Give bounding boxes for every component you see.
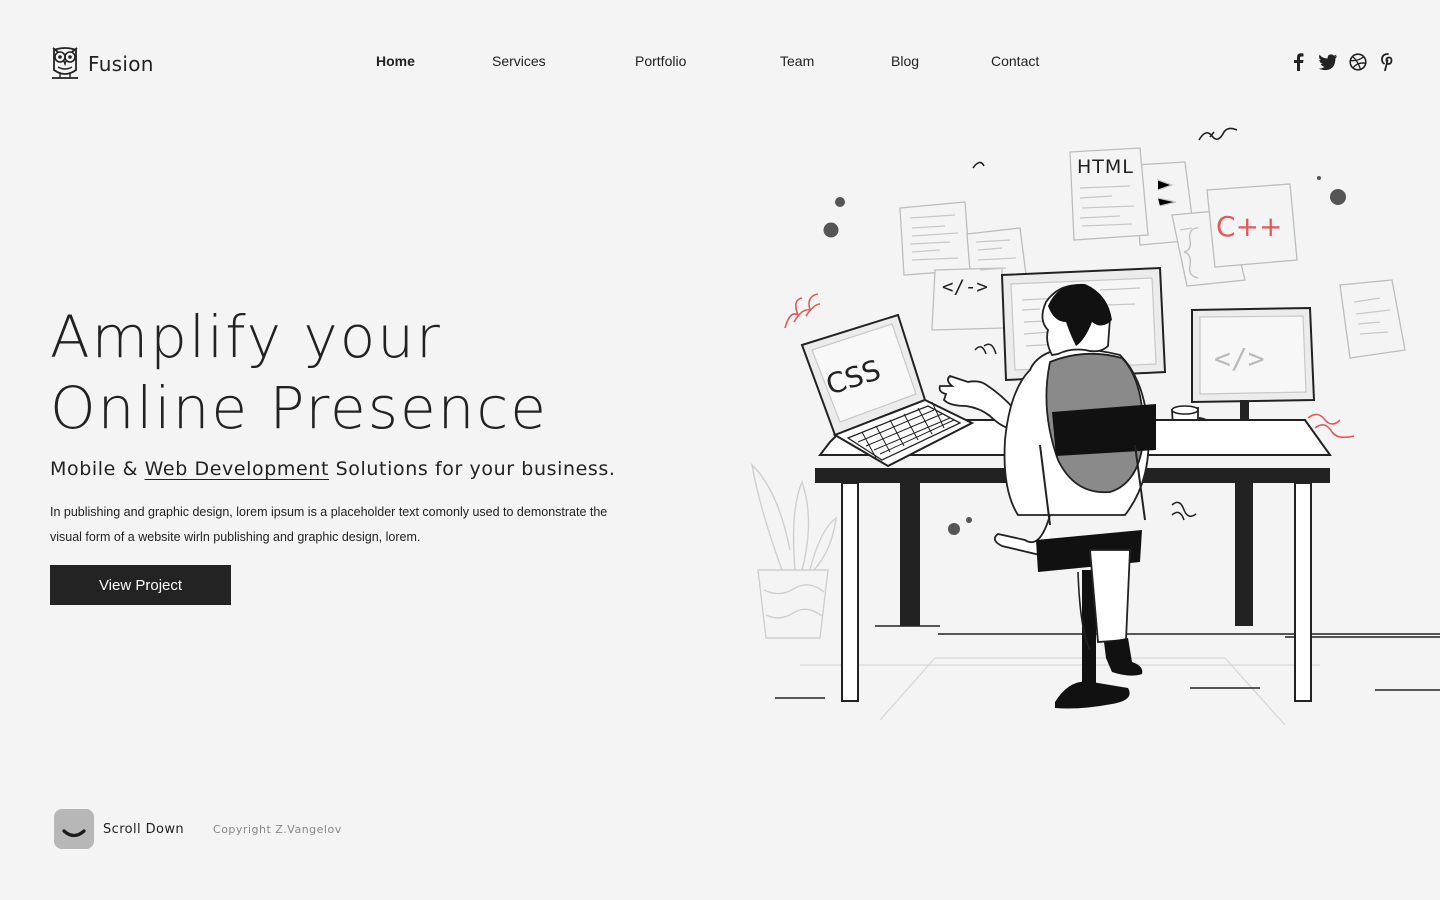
subtitle-suffix: Solutions for your business.: [329, 458, 616, 480]
dribbble-icon[interactable]: [1348, 52, 1368, 72]
hero-title-line2: Online Presence: [50, 374, 548, 442]
scroll-down-label[interactable]: Scroll Down: [103, 822, 184, 837]
owl-icon: [50, 44, 80, 84]
html-label: HTML: [1077, 156, 1134, 178]
nav-item-contact[interactable]: Contact: [991, 53, 1039, 69]
developer-illustration: </-> HTML C++ </> CSS: [740, 110, 1440, 750]
nav-item-blog[interactable]: Blog: [891, 53, 919, 69]
scroll-down[interactable]: Scroll Down Copyright Z.Vangelov: [54, 809, 342, 849]
twitter-icon[interactable]: [1318, 52, 1338, 72]
nav-item-team[interactable]: Team: [780, 53, 814, 69]
nav-item-services[interactable]: Services: [492, 53, 546, 69]
nav-item-portfolio[interactable]: Portfolio: [635, 53, 686, 69]
view-project-button[interactable]: View Project: [50, 565, 231, 605]
code-label: </>: [1214, 342, 1265, 375]
hero-title: Amplify your Online Presence: [50, 302, 548, 444]
subtitle-prefix: Mobile &: [50, 458, 145, 480]
social-links: [1288, 52, 1398, 72]
hero-description: In publishing and graphic design, lorem …: [50, 505, 608, 544]
brand-logo[interactable]: Fusion: [50, 44, 154, 84]
smile-scroll-icon[interactable]: [54, 809, 94, 849]
subtitle-highlight: Web Development: [144, 458, 329, 480]
brand-name: Fusion: [88, 52, 154, 76]
copyright-text: Copyright Z.Vangelov: [213, 822, 342, 836]
hero-subtitle: Mobile & Web Development Solutions for y…: [50, 458, 616, 480]
facebook-icon[interactable]: [1288, 52, 1308, 72]
hero-title-line1: Amplify your: [50, 303, 442, 371]
cpp-label: C++: [1216, 210, 1282, 243]
tag-label: </->: [942, 276, 988, 298]
pinterest-icon[interactable]: [1378, 52, 1398, 72]
nav-item-home[interactable]: Home: [376, 53, 415, 69]
